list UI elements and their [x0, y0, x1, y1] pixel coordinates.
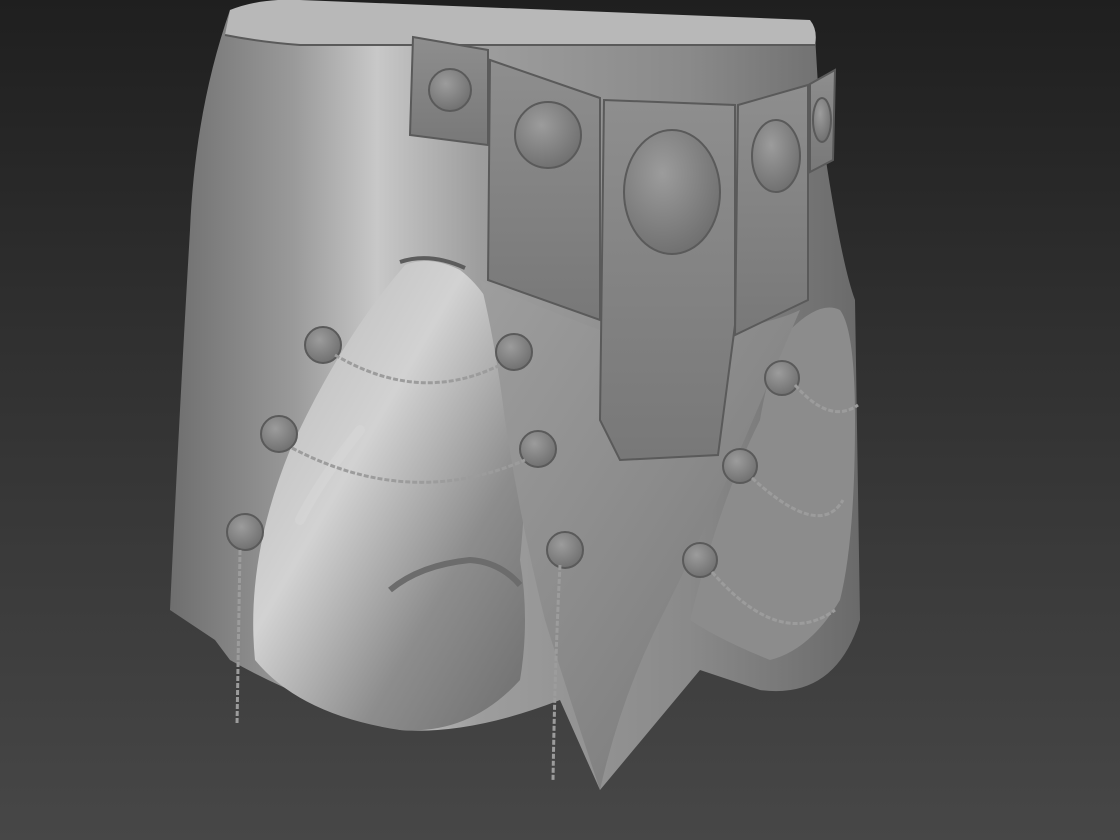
rivet [260, 415, 298, 453]
rivet [519, 430, 557, 468]
rivet [495, 333, 533, 371]
belt-stud-5 [812, 97, 832, 143]
belt-stud-2 [514, 101, 582, 169]
sculpt-render [170, 0, 860, 790]
rivet [546, 531, 584, 569]
belt-stud-3 [623, 129, 721, 255]
belt-stud-4 [751, 119, 801, 193]
rivet [764, 360, 800, 396]
rivet [226, 513, 264, 551]
rivet [304, 326, 342, 364]
belt-stud-1 [428, 68, 472, 112]
rivet [722, 448, 758, 484]
rivet [682, 542, 718, 578]
belt-plate-2 [486, 58, 601, 322]
render-viewport [0, 0, 1120, 840]
waistband-rim [225, 0, 816, 45]
